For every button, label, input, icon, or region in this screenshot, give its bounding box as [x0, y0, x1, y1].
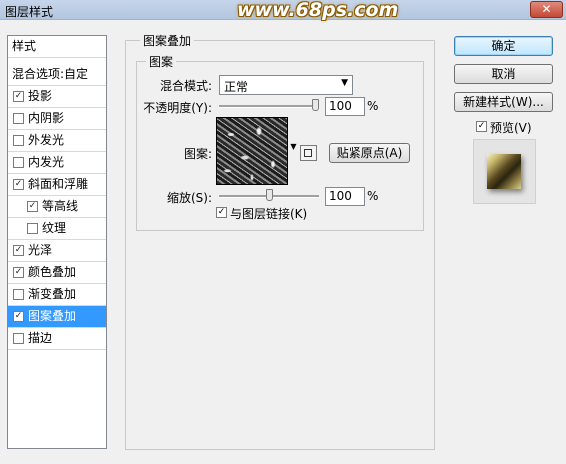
blend-mode-label: 混合模式:: [159, 79, 212, 93]
style-item-outer-glow[interactable]: 外发光: [8, 130, 106, 152]
style-item-label: 渐变叠加: [28, 287, 77, 301]
preview-label: 预览(V): [490, 121, 532, 135]
new-style-button[interactable]: 新建样式(W)...: [454, 92, 553, 112]
blend-options-item[interactable]: 混合选项:自定: [8, 64, 106, 86]
style-item-bevel-emboss[interactable]: ✓ 斜面和浮雕: [8, 174, 106, 196]
opacity-input[interactable]: 100: [325, 97, 365, 116]
style-item-drop-shadow[interactable]: ✓ 投影: [8, 86, 106, 108]
checkbox-satin[interactable]: ✓: [13, 245, 24, 256]
snap-to-origin-button[interactable]: 贴紧原点(A): [329, 143, 410, 163]
blend-mode-select[interactable]: 正常 ▼: [219, 75, 353, 95]
opacity-label: 不透明度(Y):: [143, 101, 212, 115]
checkbox-drop-shadow[interactable]: ✓: [13, 91, 24, 102]
checkbox-texture[interactable]: [27, 223, 38, 234]
cancel-button[interactable]: 取消: [454, 64, 553, 84]
style-item-label: 图案叠加: [28, 309, 77, 323]
blend-mode-value: 正常: [224, 80, 249, 94]
pattern-picker-arrow[interactable]: ▼: [289, 137, 298, 157]
pattern-swatch[interactable]: [216, 117, 288, 185]
styles-header-label: 样式: [12, 39, 37, 53]
pattern-overlay-group-title: 图案叠加: [140, 32, 195, 49]
style-item-label: 光泽: [28, 243, 53, 257]
style-item-label: 等高线: [42, 199, 79, 213]
style-item-label: 内发光: [28, 155, 65, 169]
close-button[interactable]: ✕: [530, 1, 563, 18]
checkbox-inner-shadow[interactable]: [13, 113, 24, 124]
style-item-inner-glow[interactable]: 内发光: [8, 152, 106, 174]
style-item-inner-shadow[interactable]: 内阴影: [8, 108, 106, 130]
link-with-layer-label: 与图层链接(K): [230, 207, 308, 221]
ok-button[interactable]: 确定: [454, 36, 553, 56]
style-item-pattern-overlay[interactable]: ✓ 图案叠加: [8, 306, 106, 328]
scale-percent: %: [367, 189, 379, 203]
chevron-down-icon: ▼: [341, 78, 348, 88]
style-item-label: 外发光: [28, 133, 65, 147]
window-title: 图层样式: [5, 5, 54, 19]
checkbox-pattern-overlay[interactable]: ✓: [13, 311, 24, 322]
style-item-gradient-overlay[interactable]: 渐变叠加: [8, 284, 106, 306]
scale-input[interactable]: 100: [325, 187, 365, 206]
style-item-label: 纹理: [42, 221, 67, 235]
opacity-percent: %: [367, 99, 379, 113]
pattern-label: 图案:: [183, 147, 212, 161]
checkbox-inner-glow[interactable]: [13, 157, 24, 168]
style-item-label: 斜面和浮雕: [28, 177, 89, 191]
style-item-contour[interactable]: ✓ 等高线: [8, 196, 106, 218]
preview-checkbox[interactable]: ✓: [476, 121, 487, 132]
checkbox-contour[interactable]: ✓: [27, 201, 38, 212]
scale-slider-thumb[interactable]: [265, 189, 273, 201]
link-with-layer-checkbox[interactable]: ✓: [216, 207, 227, 218]
watermark-text: www.68ps.com: [237, 0, 399, 21]
checkbox-color-overlay[interactable]: ✓: [13, 267, 24, 278]
style-item-label: 内阴影: [28, 111, 65, 125]
style-item-color-overlay[interactable]: ✓ 颜色叠加: [8, 262, 106, 284]
title-bar: 图层样式 www.68ps.com ✕: [0, 0, 566, 21]
style-item-stroke[interactable]: 描边: [8, 328, 106, 350]
style-item-satin[interactable]: ✓ 光泽: [8, 240, 106, 262]
opacity-slider-track[interactable]: [219, 105, 319, 108]
styles-header[interactable]: 样式: [8, 36, 106, 58]
style-item-label: 投影: [28, 89, 53, 103]
style-item-label: 颜色叠加: [28, 265, 77, 279]
checkbox-gradient-overlay[interactable]: [13, 289, 24, 300]
blend-options-label: 混合选项:自定: [12, 67, 89, 81]
pattern-subgroup-title: 图案: [146, 53, 177, 70]
scale-label: 缩放(S):: [166, 191, 212, 205]
style-item-texture[interactable]: 纹理: [8, 218, 106, 240]
style-item-label: 描边: [28, 331, 53, 345]
preview-thumbnail: [487, 154, 521, 189]
checkbox-outer-glow[interactable]: [13, 135, 24, 146]
checkbox-stroke[interactable]: [13, 333, 24, 344]
new-preset-icon[interactable]: [300, 145, 317, 161]
square-icon: [304, 149, 312, 157]
opacity-slider-thumb[interactable]: [312, 99, 319, 111]
checkbox-bevel-emboss[interactable]: ✓: [13, 179, 24, 190]
styles-list-panel: 样式 混合选项:自定 ✓ 投影 内阴影 外发光 内发光 ✓ 斜面和浮雕 ✓ 等高…: [7, 35, 107, 449]
